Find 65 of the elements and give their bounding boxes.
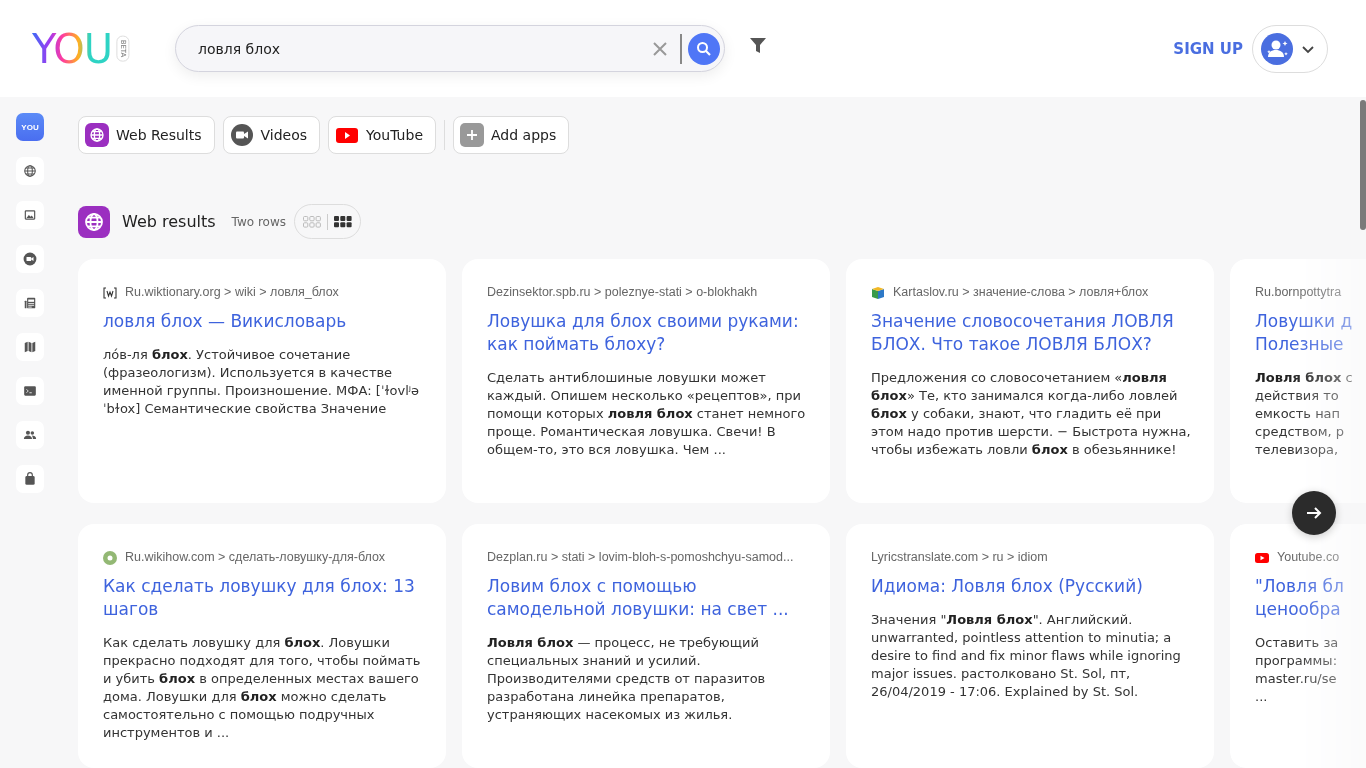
app-chip[interactable]: Videos [222, 116, 321, 154]
sidebar-item[interactable] [16, 289, 44, 317]
book-icon [871, 285, 885, 300]
circle-logo-icon [103, 550, 117, 565]
sidebar-item[interactable] [16, 421, 44, 449]
people-icon [23, 428, 37, 442]
result-title-link[interactable]: "Ловля бл ценообра [1255, 575, 1344, 621]
section-title: Web results [122, 212, 216, 231]
search-icon [696, 40, 712, 57]
result-url: Youtube.co [1277, 550, 1340, 565]
result-title-link[interactable]: Ловушки д Полезные [1255, 310, 1353, 356]
app-chip[interactable]: Add apps [453, 116, 570, 154]
bracket-w-icon [103, 286, 117, 299]
layout-option[interactable] [334, 215, 352, 228]
result-title-link[interactable]: Ловушка для блох своими руками: как поймать блоху? [487, 310, 810, 356]
result-title-link[interactable]: Идиома: Ловля блох (Русский) [871, 575, 1194, 598]
result-snippet: ло́в-ля блох. Устойчивое сочетание (фразеологизм). Используется в качестве именной группы. Произношение. МФА: [ˈɫovlʲə ˈbɫox] Семантические свойства Значение [103, 346, 421, 418]
search-button[interactable] [688, 32, 720, 65]
view-label: Two rows [231, 214, 286, 229]
result-snippet: Значения "Ловля блох". Английский. unwarranted, pointless attention to minutia; a desire to find and fix minor flaws while ignoring major issues. растолковано St. Sol, пт, 26/04/2019 - 17:06. Explained by St. Sol. [871, 611, 1182, 701]
result-url: Kartaslov.ru > значение-слова > ловля+блох [893, 285, 1149, 300]
globe-icon [85, 123, 109, 147]
sign-up-link[interactable]: SIGN UP [1173, 39, 1243, 58]
result-snippet: Сделать антиблошиные ловушки может каждый. Опишем несколько «рецептов», при помощи которых ловля блох станет немного проще. Романтическая ловушка. Свечи! В общем-то, это вся ловушка. Чем ... [487, 369, 807, 459]
result-url: Dezplan.ru > stati > lovim-bloh-s-pomoshchyu-samod... [487, 550, 794, 565]
globe-icon [23, 164, 37, 178]
clear-icon[interactable] [652, 40, 668, 57]
play-icon [1255, 551, 1269, 564]
result-title-link[interactable]: Ловим блох с помощью самодельной ловушки: на свет ... [487, 575, 810, 621]
sidebar-item[interactable] [16, 377, 44, 405]
sidebar-item[interactable] [16, 465, 44, 493]
result-url: Dezinsektor.spb.ru > poleznye-stati > o-blokhakh [487, 285, 758, 300]
result-url: Lyricstranslate.com > ru > idiom [871, 550, 1048, 565]
sidebar-item[interactable] [16, 245, 44, 273]
result-snippet: Предложения со словосочетанием «ловля блох» Те, кто занимался когда-либо ловлей блох у собаки, знают, что гладить её при этом надо против шерсти. − Быстрота нужна, чтобы избежать ловли блох в обезьяннике! [871, 369, 1192, 459]
sidebar-item[interactable] [16, 201, 44, 229]
terminal-icon [23, 384, 37, 398]
result-snippet: Ловля блох — процесс, не требующий специальных знаний и усилий. Производителями средств от паразитов разработана линейка препаратов, устраняющих насекомых из жилья. [487, 634, 767, 724]
account-menu[interactable] [1252, 24, 1328, 73]
search-bar[interactable]: ловля блох [175, 25, 725, 72]
video-icon [23, 252, 37, 266]
result-title-link[interactable]: Значение словосочетания ЛОВЛЯ БЛОХ. Что такое ЛОВЛЯ БЛОХ? [871, 310, 1194, 356]
news-icon [23, 296, 37, 310]
result-url: Ru.wiktionary.org > wiki > ловля_блох [125, 285, 339, 300]
video-camera-icon [229, 123, 254, 147]
result-snippet: Ловля блох с действия то емкость нап средством, р телевизора, [1255, 369, 1353, 459]
avatar-icon [1261, 32, 1293, 65]
result-title-link[interactable]: Как сделать ловушку для блох: 13 шагов [103, 575, 426, 621]
search-input[interactable]: ловля блох [198, 40, 652, 57]
sidebar-item[interactable] [16, 333, 44, 361]
image-icon [23, 208, 37, 222]
globe-icon [78, 205, 110, 238]
filter-icon[interactable] [749, 36, 767, 55]
result-url: Ru.wikihow.com > сделать-ловушку-для-блох [125, 550, 385, 565]
result-title-link[interactable]: ловля блох — Викисловарь [103, 310, 426, 333]
home-button[interactable]: YOU [16, 113, 44, 141]
result-snippet: Как сделать ловушку для блох. Ловушки прекрасно подходят для того, чтобы поймать и убить блох в определенных местах вашего дома. Ловушки для блох можно сделать самостоятельно с помощью подручных инструментов и ... [103, 634, 422, 742]
scrollbar-thumb[interactable] [1360, 100, 1366, 230]
app-chip[interactable]: Web Results [78, 116, 215, 154]
plus-icon [460, 123, 484, 147]
result-snippet: Оставить за программы: master.ru/se ... [1255, 634, 1339, 706]
app-chip[interactable]: YouTube [328, 116, 436, 154]
sidebar-item[interactable] [16, 157, 44, 185]
map-icon [23, 340, 37, 354]
result-url: Ru.bornpottytra [1255, 285, 1342, 300]
